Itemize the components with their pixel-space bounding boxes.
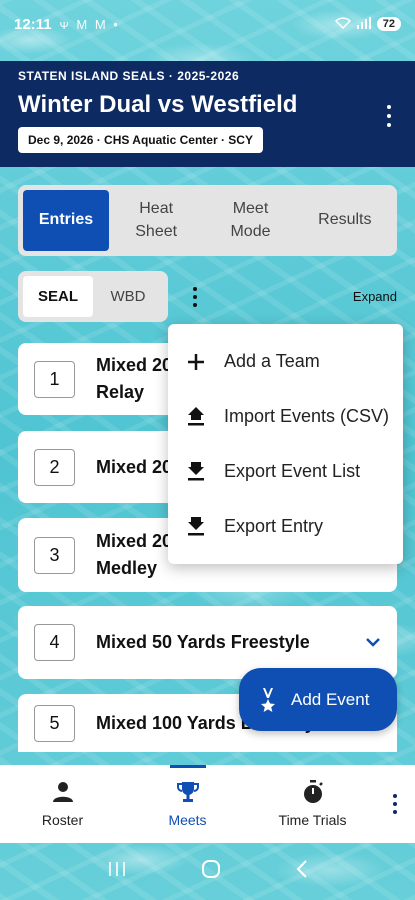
meet-details-chip: Dec 9, 2026 · CHS Aquatic Center · SCY [18,127,263,153]
download-icon [186,461,206,482]
download-icon [186,516,206,537]
event-name-line2: Medley [96,558,158,578]
nav-more-icon[interactable] [375,765,415,843]
event-name: Mixed 20 Relay [96,352,172,406]
event-number: 1 [34,360,75,398]
events-more-icon[interactable] [190,287,200,307]
nav-roster[interactable]: Roster [0,765,125,843]
tab-meet-mode[interactable]: Meet Mode [203,190,297,251]
nav-label: Roster [41,812,84,828]
status-bar: 12:11 ᴪ M M • 72 [0,0,415,48]
menu-item-label: Add a Team [224,351,320,371]
wifi-icon [334,16,351,32]
menu-item-label: Import Events (CSV) [224,406,390,426]
event-name-line2: Relay [96,382,145,402]
home-icon[interactable] [201,859,221,884]
event-name: Mixed 20 [96,456,173,477]
event-name: Mixed 20 Medley [96,528,172,582]
menu-item-label: Export Entry [224,516,324,536]
trophy-icon [176,780,200,804]
signal-icon [356,16,371,32]
event-number: 5 [34,704,75,742]
event-number: 3 [34,536,75,574]
meet-header: STATEN ISLAND SEALS · 2025-2026 Winter D… [0,61,415,167]
recent-apps-icon[interactable] [108,861,126,882]
person-icon [52,780,74,804]
menu-item-label: Export Event List [224,461,361,481]
event-name-line1: Mixed 20 [96,355,173,375]
menu-item-import-events[interactable]: Import Events (CSV) [168,389,403,444]
add-event-label: Add Event [291,689,370,709]
tab-heat-sheet[interactable]: Heat Sheet [109,190,203,251]
nav-meets[interactable]: Meets [125,765,250,843]
chevron-down-icon[interactable] [365,634,381,652]
event-name-line1: Mixed 20 [96,531,173,551]
event-number: 2 [34,448,75,486]
meet-tabs: Entries Heat Sheet Meet Mode Results [18,185,397,256]
system-navigation-bar [0,843,415,900]
plus-icon [186,352,206,372]
nav-time-trials[interactable]: Time Trials [250,765,375,843]
team-seal-button[interactable]: SEAL [23,276,93,317]
notification-icons: ᴪ M M • [59,16,120,32]
stopwatch-icon [301,780,325,804]
team-wbd-button[interactable]: WBD [93,276,163,317]
page-title: Winter Dual vs Westfield [18,91,298,118]
event-name: Mixed 50 Yards Freestyle [96,632,310,652]
team-toggle: SEAL WBD [18,271,168,322]
menu-item-add-team[interactable]: Add a Team [168,334,403,389]
event-number: 4 [34,624,75,661]
tab-entries[interactable]: Entries [23,190,109,251]
menu-item-export-event-list[interactable]: Export Event List [168,444,403,499]
tab-heat-sheet-label: Heat Sheet [135,200,178,240]
header-more-icon[interactable] [381,105,397,127]
add-event-button[interactable]: Add Event [239,668,397,731]
battery-icon: 72 [376,17,401,31]
tab-meet-mode-label: Meet Mode [230,200,271,240]
medal-icon [259,687,277,712]
overflow-menu: Add a Team Import Events (CSV) Export Ev… [168,324,403,564]
status-right: 72 [334,16,401,32]
back-icon[interactable] [296,860,308,883]
team-season-label: STATEN ISLAND SEALS · 2025-2026 [18,69,240,83]
status-time: 12:11 [14,15,52,33]
tab-results[interactable]: Results [298,190,392,251]
nav-label: Meets [168,812,207,828]
expand-button[interactable]: Expand [353,289,397,304]
upload-icon [186,406,206,427]
menu-item-export-entry[interactable]: Export Entry [168,499,403,554]
nav-label: Time Trials [278,812,347,828]
bottom-navigation: Roster Meets Time Trials [0,765,415,843]
